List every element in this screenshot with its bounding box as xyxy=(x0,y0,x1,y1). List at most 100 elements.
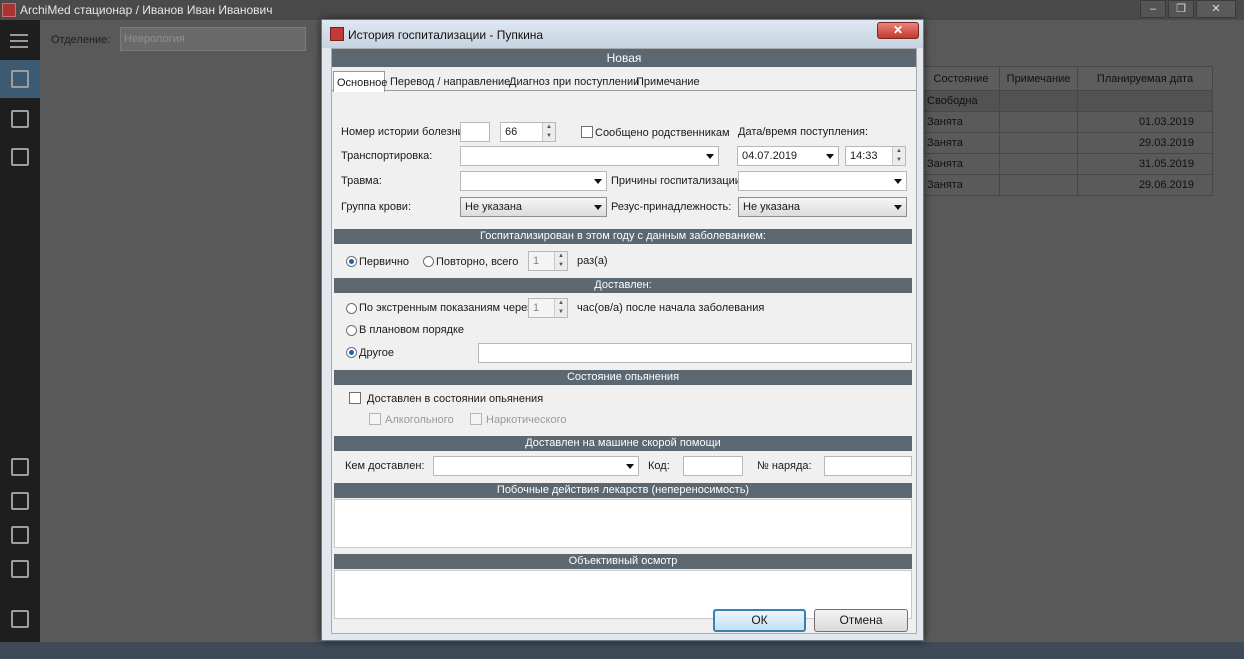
section-delivered: Доставлен: xyxy=(334,278,912,293)
table-cell-date: 29.03.2019 xyxy=(1077,132,1213,154)
emergency-radio[interactable] xyxy=(346,303,357,314)
printer-icon[interactable] xyxy=(11,458,29,476)
chevron-down-icon xyxy=(894,205,902,210)
restore-button[interactable]: ❐ xyxy=(1168,0,1194,18)
table-cell-note xyxy=(999,90,1078,112)
admission-time-field[interactable]: 14:33 ▲ ▼ xyxy=(845,146,906,166)
intoxicated-checkbox[interactable] xyxy=(349,392,361,404)
narcotic-label: Наркотического xyxy=(486,414,567,426)
emergency-hours-spinner[interactable]: ▲ ▼ xyxy=(554,299,567,317)
code-field[interactable] xyxy=(683,456,743,476)
section-intoxication: Состояние опьянения xyxy=(334,370,912,385)
first-time-radio[interactable] xyxy=(346,256,357,267)
alcohol-label: Алкогольного xyxy=(385,414,454,426)
delivered-by-label: Кем доставлен: xyxy=(345,460,425,472)
scrollbar[interactable] xyxy=(916,91,917,634)
repeat-count-field[interactable]: 1 ▲ ▼ xyxy=(528,251,568,271)
table-cell-date xyxy=(1077,90,1213,112)
tab-bar: Основное Перевод / направление Диагноз п… xyxy=(332,71,916,92)
add-document-icon[interactable] xyxy=(11,560,29,578)
other-radio[interactable] xyxy=(346,347,357,358)
column-header-note[interactable]: Примечание xyxy=(999,66,1078,91)
panel-toggle-icon[interactable] xyxy=(11,610,29,628)
history-number-spinner[interactable]: ▲ ▼ xyxy=(542,123,555,141)
clipboard-icon[interactable] xyxy=(11,110,29,128)
blood-group-label: Группа крови: xyxy=(341,201,412,213)
times-label: раз(а) xyxy=(577,255,608,267)
table-cell-date: 29.06.2019 xyxy=(1077,174,1213,196)
chevron-down-icon xyxy=(594,179,602,184)
history-number-field[interactable]: 66 ▲ ▼ xyxy=(500,122,556,142)
app-logo-icon xyxy=(2,3,16,17)
tab-admission-diagnosis[interactable]: Диагноз при поступлении xyxy=(506,73,642,91)
department-select[interactable]: Неврология xyxy=(120,27,306,51)
table-row[interactable]: Занята 29.06.2019 xyxy=(922,174,1213,196)
admission-time-value: 14:33 xyxy=(850,150,878,162)
minimize-button[interactable]: – xyxy=(1140,0,1166,18)
admission-date-picker[interactable]: 04.07.2019 xyxy=(737,146,839,166)
reasons-dropdown[interactable] xyxy=(738,171,907,191)
table-row[interactable]: Занята 31.05.2019 xyxy=(922,153,1213,175)
order-number-field[interactable] xyxy=(824,456,912,476)
repeat-count-spinner[interactable]: ▲ ▼ xyxy=(554,252,567,270)
column-header-planned-date[interactable]: Планируемая дата xyxy=(1077,66,1213,91)
chevron-down-icon xyxy=(826,154,834,159)
repeat-label: Повторно, всего xyxy=(436,256,519,268)
side-effects-textarea[interactable] xyxy=(334,499,912,548)
emergency-label: По экстренным показаниям через xyxy=(359,302,533,314)
emergency-hours-field[interactable]: 1 ▲ ▼ xyxy=(528,298,568,318)
transport-label: Транспортировка: xyxy=(341,150,433,162)
tab-transfer[interactable]: Перевод / направление xyxy=(387,73,513,91)
history-number-prefix-field[interactable] xyxy=(460,122,490,142)
history-number-label: Номер истории болезни: xyxy=(341,126,467,138)
rhesus-value: Не указана xyxy=(743,201,801,213)
menu-icon[interactable] xyxy=(10,34,28,52)
status-bar xyxy=(0,642,1244,659)
main-window-title: ArchiMed стационар / Иванов Иван Иванови… xyxy=(20,3,273,17)
sidebar-item-hospital[interactable] xyxy=(0,60,40,98)
table-row[interactable]: Занята 01.03.2019 xyxy=(922,111,1213,133)
column-header-state[interactable]: Состояние xyxy=(922,66,1000,91)
close-window-button[interactable]: ✕ xyxy=(1196,0,1236,18)
blood-group-dropdown[interactable]: Не указана xyxy=(460,197,607,217)
first-time-label: Первично xyxy=(359,256,410,268)
delivered-by-dropdown[interactable] xyxy=(433,456,639,476)
section-hospitalized-year: Госпитализирован в этом году с данным за… xyxy=(334,229,912,244)
table-row[interactable]: Свободна xyxy=(922,90,1213,112)
other-field[interactable] xyxy=(478,343,912,363)
relatives-informed-label: Сообщено родственникам xyxy=(595,127,730,139)
repeat-radio[interactable] xyxy=(423,256,434,267)
dialog-close-button[interactable]: ✕ xyxy=(877,22,919,39)
transport-dropdown[interactable] xyxy=(460,146,719,166)
narcotic-checkbox[interactable] xyxy=(470,413,482,425)
dialog-title-bar[interactable]: История госпитализации - Пупкина ✕ xyxy=(322,20,923,48)
id-card-icon[interactable] xyxy=(11,492,29,510)
dialog-body: Новая Основное Перевод / направление Диа… xyxy=(331,48,917,634)
rhesus-dropdown[interactable]: Не указана xyxy=(738,197,907,217)
tab-note[interactable]: Примечание xyxy=(633,73,703,91)
cancel-button[interactable]: Отмена xyxy=(814,609,908,632)
table-cell-state: Свободна xyxy=(922,90,1000,112)
section-side-effects: Побочные действия лекарств (непереносимо… xyxy=(334,483,912,498)
table-cell-state: Занята xyxy=(922,153,1000,175)
table-row[interactable]: Занята 29.03.2019 xyxy=(922,132,1213,154)
document-search-icon[interactable] xyxy=(11,148,29,166)
excel-icon[interactable] xyxy=(11,526,29,544)
tab-main[interactable]: Основное xyxy=(333,71,387,92)
trauma-label: Травма: xyxy=(341,175,382,187)
ok-button[interactable]: ОК xyxy=(713,609,806,632)
admission-date-value: 04.07.2019 xyxy=(742,150,798,162)
relatives-informed-checkbox[interactable] xyxy=(581,126,593,138)
alcohol-checkbox[interactable] xyxy=(369,413,381,425)
trauma-dropdown[interactable] xyxy=(460,171,607,191)
rhesus-label: Резус-принадлежность: xyxy=(611,201,732,213)
other-label: Другое xyxy=(359,347,394,359)
chevron-down-icon xyxy=(594,205,602,210)
reasons-label: Причины госпитализации: xyxy=(611,175,744,187)
admission-time-spinner[interactable]: ▲ ▼ xyxy=(892,147,905,165)
table-cell-date: 31.05.2019 xyxy=(1077,153,1213,175)
table-cell-date: 01.03.2019 xyxy=(1077,111,1213,133)
table-cell-note xyxy=(999,111,1078,133)
planned-radio[interactable] xyxy=(346,325,357,336)
order-number-label: № наряда: xyxy=(757,460,812,472)
